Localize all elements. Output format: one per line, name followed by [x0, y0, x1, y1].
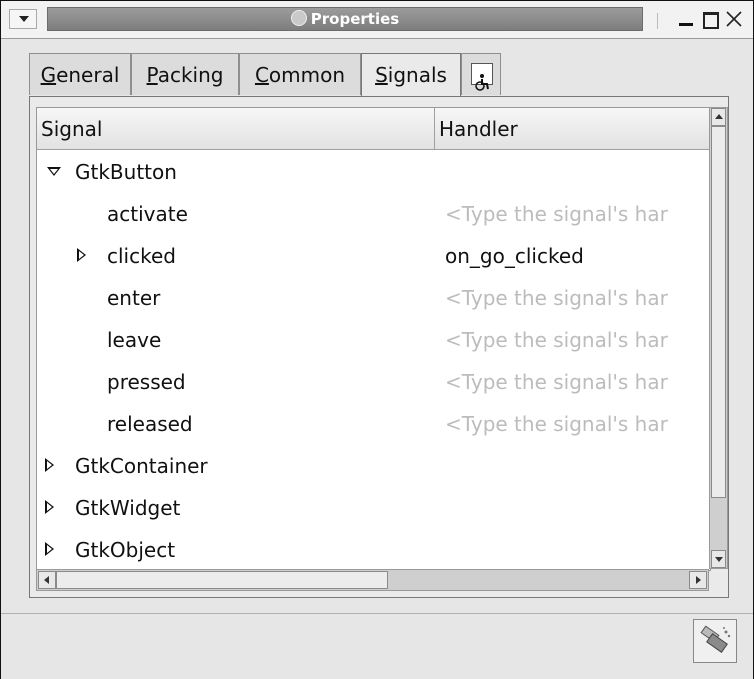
- handler-cell[interactable]: on_go_clicked: [445, 235, 584, 277]
- tree-row-released[interactable]: released <Type the signal's har: [37, 403, 710, 445]
- tree-row-gtkbutton[interactable]: GtkButton: [37, 151, 710, 193]
- close-icon: [726, 11, 742, 27]
- tree-row-clicked[interactable]: clicked on_go_clicked: [37, 235, 710, 277]
- tab-common-label: ommon: [268, 63, 346, 87]
- tab-common-mnemonic: C: [254, 63, 269, 87]
- signal-name: enter: [107, 286, 161, 310]
- signals-tree[interactable]: Signal Handler GtkButton activate <Type …: [36, 107, 711, 571]
- signal-name: clicked: [107, 244, 176, 268]
- tree-row-gtkobject[interactable]: GtkObject: [37, 529, 710, 570]
- broom-clear-icon: [700, 625, 731, 653]
- expander-collapsed-icon[interactable]: [45, 458, 54, 472]
- column-header-handler[interactable]: Handler: [435, 108, 710, 150]
- minimize-icon: [679, 23, 693, 26]
- signal-name: GtkObject: [75, 538, 176, 562]
- clear-handlers-button[interactable]: [693, 619, 737, 663]
- tab-packing[interactable]: Packing: [131, 53, 239, 95]
- signal-name: activate: [107, 202, 188, 226]
- scroll-down-button[interactable]: [711, 550, 726, 568]
- accessibility-icon: [471, 63, 493, 91]
- expander-collapsed-icon[interactable]: [45, 500, 54, 514]
- tree-row-activate[interactable]: activate <Type the signal's har: [37, 193, 710, 235]
- tab-packing-label: acking: [157, 63, 224, 87]
- tree-row-gtkcontainer[interactable]: GtkContainer: [37, 445, 710, 487]
- expander-expanded-icon[interactable]: [47, 167, 61, 176]
- minimize-button[interactable]: [675, 8, 697, 30]
- properties-window: Properties General Packing Common Signal…: [0, 0, 754, 679]
- handler-cell[interactable]: <Type the signal's har: [445, 403, 668, 445]
- tree-row-enter[interactable]: enter <Type the signal's har: [37, 277, 710, 319]
- signal-name: GtkContainer: [75, 454, 208, 478]
- close-button[interactable]: [723, 8, 745, 30]
- horizontal-scrollbar[interactable]: [36, 569, 709, 591]
- expander-collapsed-icon[interactable]: [77, 248, 86, 262]
- tab-packing-mnemonic: P: [146, 63, 158, 87]
- tab-general-label: eneral: [56, 63, 120, 87]
- column-header-signal[interactable]: Signal: [37, 108, 435, 150]
- tab-signals[interactable]: Signals: [361, 53, 461, 97]
- expander-collapsed-icon[interactable]: [45, 542, 54, 556]
- window-title: Properties: [48, 10, 642, 28]
- title-bar-drag-area[interactable]: Properties: [47, 7, 643, 31]
- signal-name: GtkButton: [75, 160, 177, 184]
- tree-row-gtkwidget[interactable]: GtkWidget: [37, 487, 710, 529]
- horizontal-scroll-thumb[interactable]: [56, 571, 388, 589]
- bottom-bar: [1, 613, 753, 679]
- tab-general-mnemonic: G: [40, 63, 57, 87]
- scroll-up-button[interactable]: [711, 108, 726, 126]
- scroll-right-button[interactable]: [689, 571, 707, 589]
- tab-common[interactable]: Common: [239, 53, 361, 95]
- handler-cell[interactable]: <Type the signal's har: [445, 193, 668, 235]
- vertical-scrollbar[interactable]: [709, 107, 728, 569]
- signal-name: leave: [107, 328, 162, 352]
- scroll-left-button[interactable]: [38, 571, 56, 589]
- handler-cell[interactable]: <Type the signal's har: [445, 277, 668, 319]
- tab-accessibility[interactable]: [461, 53, 501, 95]
- vertical-scroll-thumb[interactable]: [711, 126, 726, 498]
- arrow-right-icon: [696, 576, 701, 584]
- window-menu-button[interactable]: [9, 9, 37, 29]
- signal-name: pressed: [107, 370, 186, 394]
- arrow-left-icon: [44, 576, 49, 584]
- maximize-button[interactable]: [699, 8, 721, 30]
- tree-row-leave[interactable]: leave <Type the signal's har: [37, 319, 710, 361]
- tab-signals-mnemonic: S: [375, 63, 388, 87]
- signal-name: GtkWidget: [75, 496, 181, 520]
- menu-down-triangle-icon: [19, 16, 29, 22]
- app-icon: [290, 10, 307, 26]
- tab-signals-label: ignals: [387, 63, 447, 87]
- window-title-label: Properties: [310, 10, 400, 28]
- arrow-up-icon: [715, 114, 723, 119]
- handler-cell[interactable]: <Type the signal's har: [445, 361, 668, 403]
- maximize-icon: [703, 12, 719, 29]
- title-bar[interactable]: Properties: [1, 1, 753, 39]
- handler-cell[interactable]: <Type the signal's har: [445, 319, 668, 361]
- title-separator: [657, 13, 658, 29]
- arrow-down-icon: [715, 557, 723, 562]
- tree-row-pressed[interactable]: pressed <Type the signal's har: [37, 361, 710, 403]
- tab-general[interactable]: General: [29, 53, 131, 95]
- signal-name: released: [107, 412, 193, 436]
